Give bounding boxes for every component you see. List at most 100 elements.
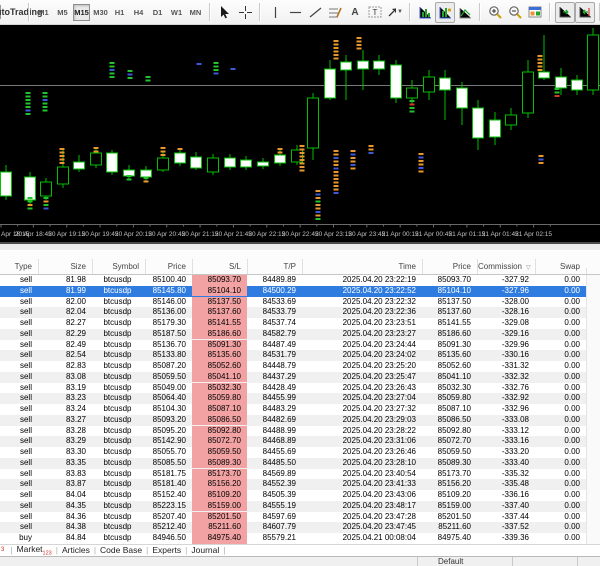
cursor-tool-button[interactable] xyxy=(215,2,235,23)
cell-tp: 84569.89 xyxy=(262,468,296,478)
tab-separator: | xyxy=(93,545,97,556)
row-filler xyxy=(586,350,600,361)
column-header-size[interactable]: Size xyxy=(38,259,92,274)
table-row[interactable]: sell 84.35 btcusdp 85223.15 85159.00 84555.19… xyxy=(0,500,600,512)
cell-tp: 84533.69 xyxy=(262,296,296,306)
cell-symbol: btcusdp xyxy=(103,468,132,478)
oscillator-button[interactable] xyxy=(455,2,475,23)
trendline-tool-button[interactable] xyxy=(305,2,325,23)
row-filler xyxy=(586,468,600,480)
timeframe-button-m15[interactable]: M15 xyxy=(73,3,90,21)
cell-commission: -328.16 xyxy=(501,307,529,317)
tab-journal[interactable]: Journal xyxy=(191,545,219,555)
table-row[interactable]: sell 82.54 btcusdp 85133.80 85135.60 84531.79… xyxy=(0,350,600,361)
row-filler xyxy=(586,382,600,394)
table-row[interactable]: sell 83.24 btcusdp 85104.30 85087.10 84483.29… xyxy=(0,404,600,415)
table-row[interactable]: sell 82.49 btcusdp 85136.70 85091.30 84487.49… xyxy=(0,339,600,351)
timeframe-button-h1[interactable]: H1 xyxy=(111,4,128,21)
fibonacci-tool-button[interactable] xyxy=(325,2,345,23)
table-row[interactable]: sell 83.28 btcusdp 85095.20 85092.80 84488.99… xyxy=(0,425,600,437)
cell-price: 85173.70 xyxy=(437,468,471,478)
table-row[interactable]: buy 84.84 btcusdp 84946.50 84975.40 85579.21 2… xyxy=(0,533,600,544)
price-chart[interactable]: Apr 18:1520 Apr 18:4520 Apr 19:1520 Apr … xyxy=(0,25,600,242)
timeframe-button-w1[interactable]: W1 xyxy=(168,4,185,21)
panel-splitter[interactable] xyxy=(0,244,600,251)
timeframe-button-mn[interactable]: MN xyxy=(187,4,204,21)
tab-articles[interactable]: Articles xyxy=(62,545,90,555)
cell-commission: -339.36 xyxy=(501,533,529,543)
tab-separator: | xyxy=(55,545,58,556)
table-row[interactable]: sell 83.08 btcusdp 85059.50 85041.10 84437.29… xyxy=(0,371,600,383)
indicator-window-button[interactable] xyxy=(435,1,455,23)
tile-windows-button[interactable] xyxy=(525,2,545,23)
indicators-button[interactable] xyxy=(415,2,435,23)
table-row[interactable]: sell 84.36 btcusdp 85207.40 85201.50 84597.69… xyxy=(0,511,600,523)
column-header-price[interactable]: Price xyxy=(422,259,477,274)
cursor-icon xyxy=(220,5,229,18)
table-row[interactable]: sell 83.19 btcusdp 85049.00 85032.30 84428.49… xyxy=(0,382,600,394)
column-header-swap[interactable]: Swap xyxy=(535,259,586,274)
tab-market[interactable]: Market123 xyxy=(17,544,52,557)
horizontal-line-tool-button[interactable] xyxy=(285,2,305,23)
timeframe-button-m30[interactable]: M30 xyxy=(92,4,109,21)
cell-time: 2025.04.20 23:25:20 xyxy=(342,361,416,371)
table-row[interactable]: sell 83.23 btcusdp 85064.40 85059.80 84455.99… xyxy=(0,393,600,404)
table-row[interactable]: sell 81.99 btcusdp 85145.80 85104.10 84500.29… xyxy=(0,285,600,297)
cell-sl: 84975.40 xyxy=(192,533,247,544)
table-row[interactable]: sell 83.87 btcusdp 85181.40 85156.20 84552.39… xyxy=(0,479,600,490)
table-row[interactable]: sell 82.04 btcusdp 85136.00 85137.60 84533.79… xyxy=(0,307,600,318)
table-row[interactable]: sell 82.29 btcusdp 85187.50 85186.60 84582.79… xyxy=(0,328,600,340)
table-row[interactable]: sell 82.00 btcusdp 85146.00 85137.50 84533.69… xyxy=(0,296,600,308)
table-row[interactable]: sell 83.30 btcusdp 85055.70 85059.50 84455.69… xyxy=(0,447,600,458)
table-row[interactable]: sell 83.83 btcusdp 85181.75 85173.70 84569.89… xyxy=(0,468,600,480)
cell-type: sell xyxy=(19,490,32,500)
cell-size: 84.35 xyxy=(65,500,86,510)
text-tool-button[interactable]: A xyxy=(345,2,365,23)
timeframe-button-d1[interactable]: D1 xyxy=(149,4,166,21)
horizontal-line-icon xyxy=(289,11,301,13)
shapes-tool-button[interactable]: ▼ xyxy=(385,2,405,23)
crosshair-tool-button[interactable] xyxy=(235,2,255,23)
table-row[interactable]: sell 83.29 btcusdp 85142.90 85072.70 84468.89… xyxy=(0,436,600,447)
zoom-in-button[interactable] xyxy=(485,2,505,23)
table-row[interactable]: sell 83.27 btcusdp 85093.20 85086.50 84482.69… xyxy=(0,414,600,426)
table-row[interactable]: sell 82.27 btcusdp 85179.30 85141.55 84537.74… xyxy=(0,318,600,329)
cell-commission: -332.32 xyxy=(501,371,529,381)
table-row[interactable]: sell 81.98 btcusdp 85100.40 85093.70 84489.89… xyxy=(0,275,600,286)
table-row[interactable]: sell 84.38 btcusdp 85212.40 85211.60 84607.79… xyxy=(0,522,600,533)
trade-marker-cluster xyxy=(538,155,544,164)
table-row[interactable]: sell 82.83 btcusdp 85087.20 85052.60 84448.79… xyxy=(0,361,600,372)
column-header-time[interactable]: Time xyxy=(302,259,422,274)
cell-price: 85091.30 xyxy=(437,339,471,349)
column-header-tp[interactable]: T/P xyxy=(247,259,302,274)
column-header-symbol[interactable]: Symbol xyxy=(92,259,145,274)
cell-price: 85142.90 xyxy=(152,436,186,446)
cell-size: 84.84 xyxy=(65,533,86,543)
cell-symbol: btcusdp xyxy=(103,318,132,328)
column-header-type[interactable]: Type xyxy=(0,259,38,274)
autotrading-button[interactable]: AutoTrading xyxy=(0,2,43,23)
timeframe-button-m1[interactable]: M1 xyxy=(35,4,52,21)
history-panel: Type Size Symbol Price S/L T/P Time Price Commis… xyxy=(0,251,600,544)
chart-shift-button[interactable] xyxy=(575,1,595,23)
cell-type: sell xyxy=(19,285,32,295)
cell-type: sell xyxy=(19,275,32,285)
text-label-tool-button[interactable]: T xyxy=(365,2,385,23)
tab-code-base[interactable]: Code Base xyxy=(100,545,142,555)
cell-type: sell xyxy=(19,414,32,424)
chart-autoscroll-button[interactable] xyxy=(555,1,575,23)
column-header-sl[interactable]: S/L xyxy=(192,259,247,274)
profile-cell[interactable]: Default xyxy=(418,556,513,566)
timeframe-button-h4[interactable]: H4 xyxy=(130,4,147,21)
timeframe-button-m5[interactable]: M5 xyxy=(54,4,71,21)
tab-experts[interactable]: Experts xyxy=(152,545,181,555)
column-header-price[interactable]: Price xyxy=(145,259,192,274)
cell-size: 83.35 xyxy=(65,457,86,467)
column-header-commission[interactable]: Commission ▽ xyxy=(477,259,535,274)
cell-sl: 85186.60 xyxy=(192,328,247,340)
table-row[interactable]: sell 84.04 btcusdp 85152.40 85109.20 84505.39… xyxy=(0,490,600,501)
clipped-tab-badge: 3 xyxy=(1,547,5,554)
vertical-line-tool-button[interactable] xyxy=(265,2,285,23)
zoom-out-button[interactable] xyxy=(505,2,525,23)
table-row[interactable]: sell 83.35 btcusdp 85085.50 85089.30 84485.50… xyxy=(0,457,600,469)
